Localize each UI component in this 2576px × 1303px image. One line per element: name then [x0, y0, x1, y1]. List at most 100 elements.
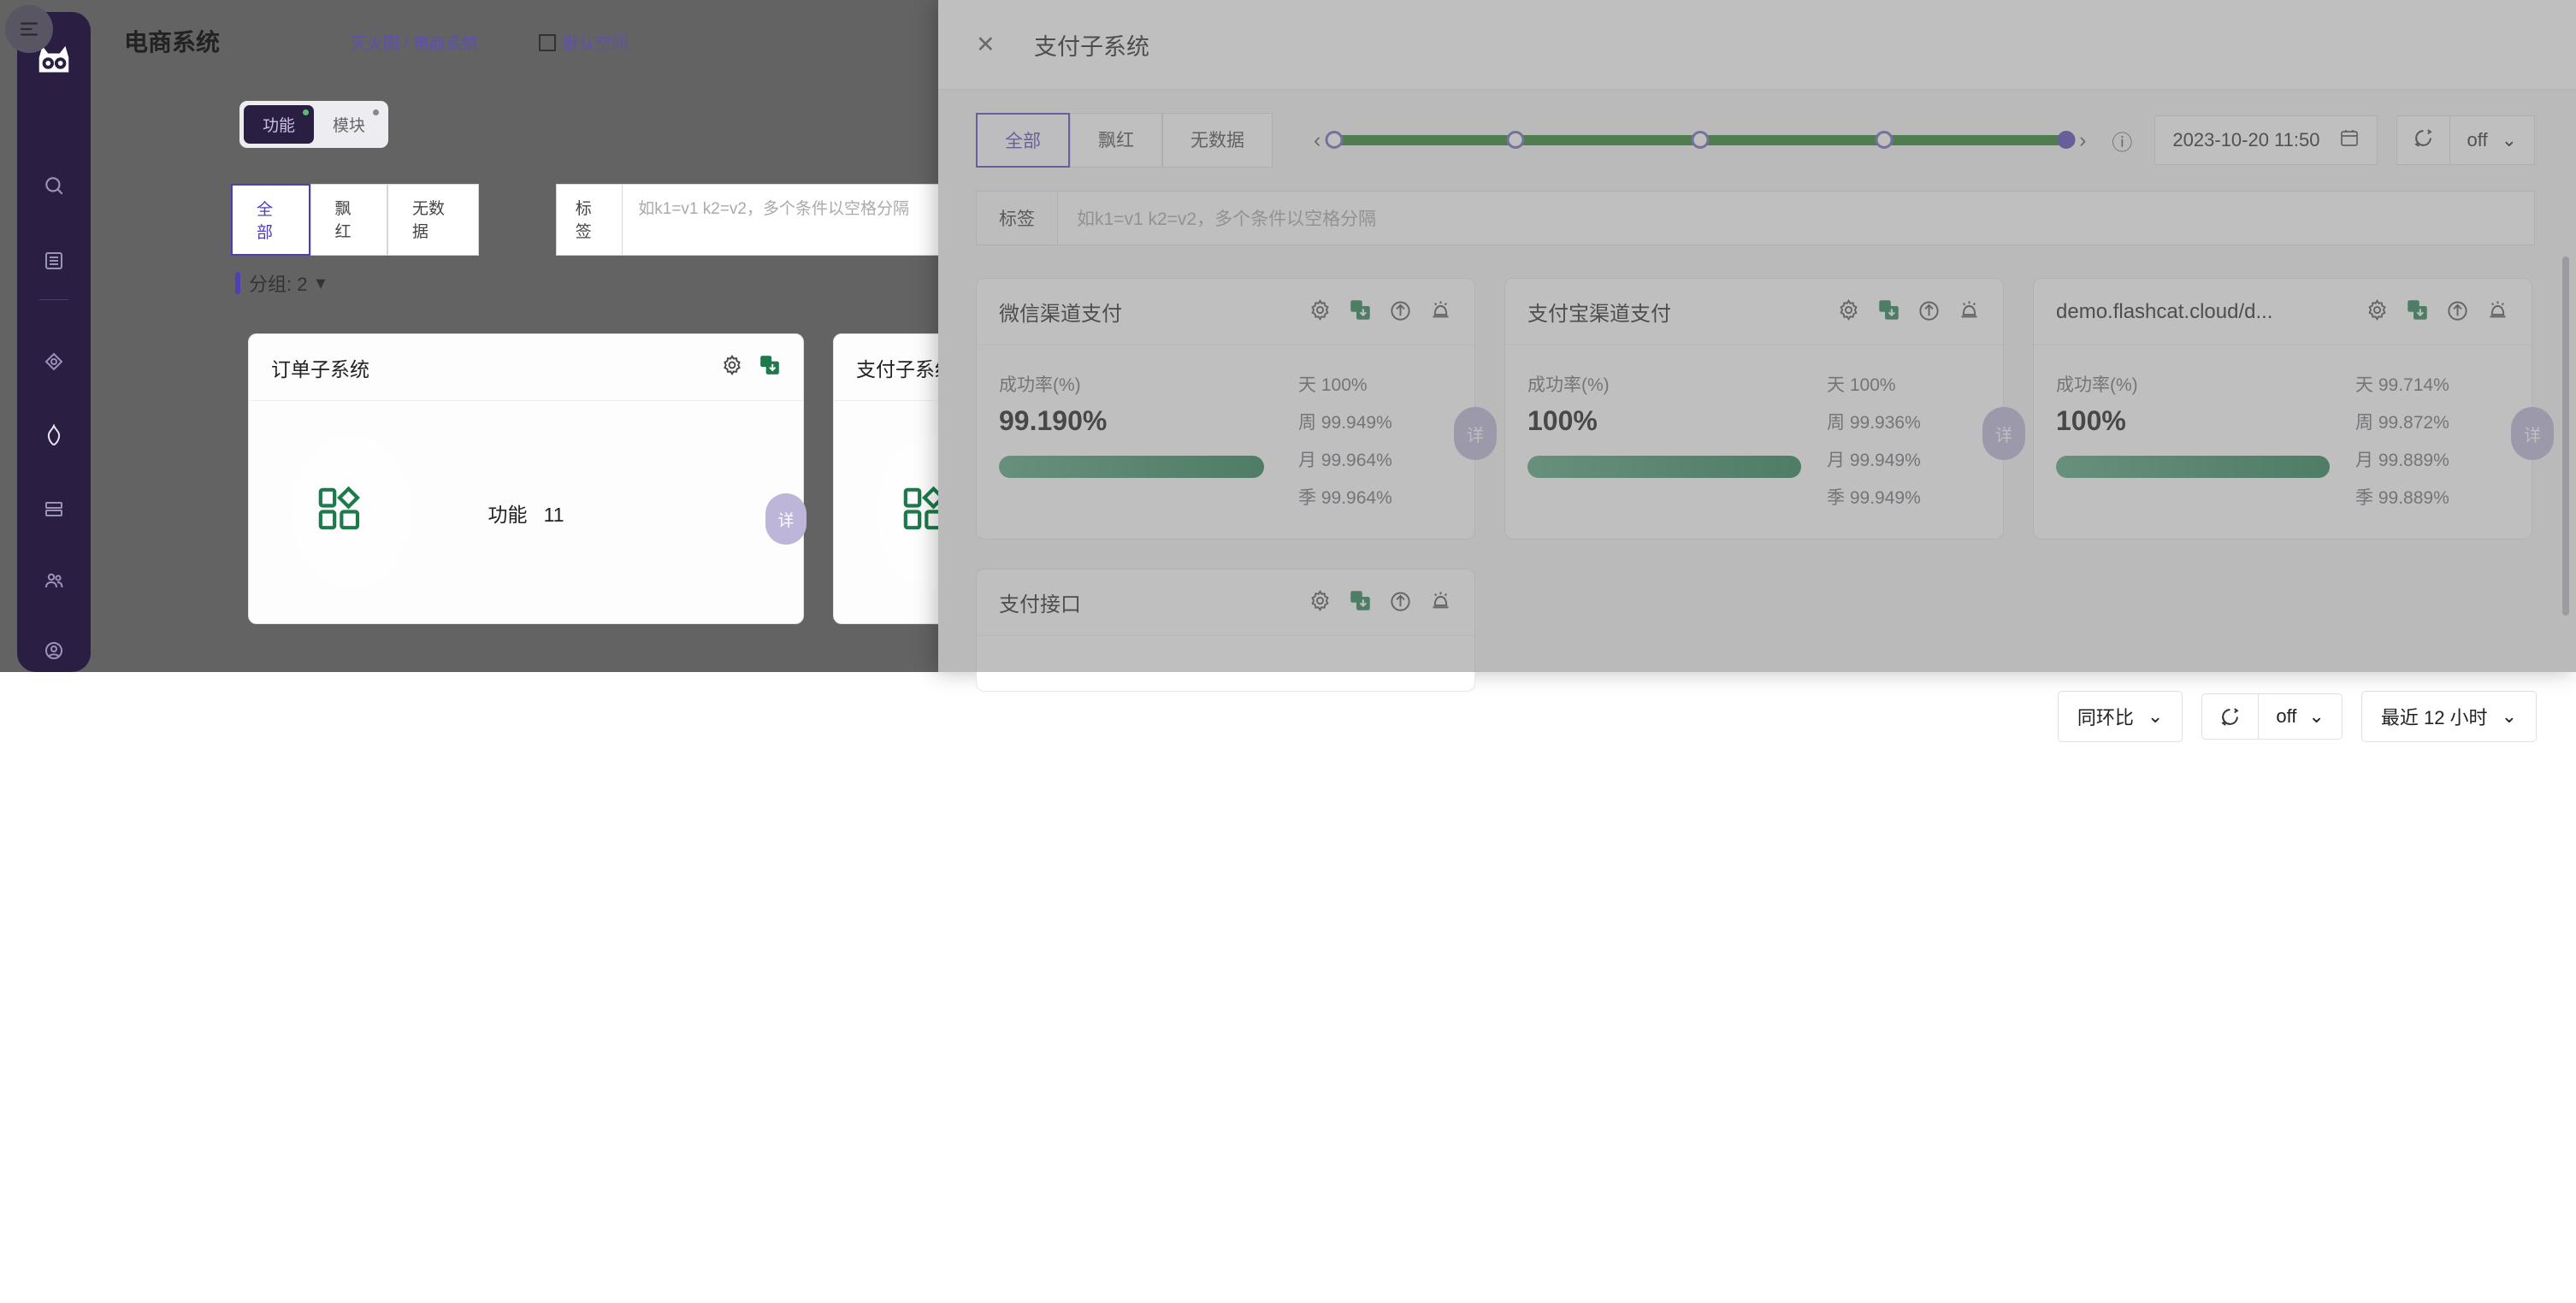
service-card-body: 成功率(%) 99.190% 天 100% 周 99.949% 月 99.964…	[977, 345, 1497, 539]
refresh-control: off ⌄	[2396, 115, 2535, 165]
service-detail-button[interactable]: 详	[1454, 407, 1497, 460]
service-card-title: 支付宝渠道支付	[1527, 303, 1671, 326]
gear-icon[interactable]	[721, 354, 743, 380]
bottom-refresh-control: off ⌄	[2201, 693, 2343, 740]
bg-card-title: 订单子系统	[271, 357, 369, 380]
refresh-interval-select[interactable]: off ⌄	[2450, 116, 2535, 164]
space-selector[interactable]: 默认空间	[539, 31, 628, 54]
bg-card-detail-button[interactable]: 详	[765, 493, 806, 545]
copy-download-icon[interactable]	[1349, 298, 1372, 326]
stat-key: 季	[1827, 488, 1845, 508]
service-card[interactable]: 支付接口	[976, 569, 1475, 692]
service-detail-button[interactable]: 详	[1982, 407, 2025, 460]
timeline-node[interactable]	[1875, 131, 1894, 149]
drawer-scrollbar[interactable]	[2562, 256, 2569, 616]
group-selector[interactable]: 分组: 2 ▾	[235, 269, 326, 297]
time-range-select[interactable]: 最近 12 小时 ⌄	[2360, 691, 2537, 742]
bg-card-actions	[721, 354, 781, 380]
timeline-track[interactable]	[1325, 131, 2076, 149]
calendar-icon	[2339, 127, 2360, 153]
service-card-actions	[1837, 298, 1981, 326]
alarm-icon[interactable]	[1429, 589, 1452, 616]
refresh-icon[interactable]	[2202, 694, 2260, 739]
stat-key: 月	[1298, 451, 1316, 470]
service-card[interactable]: 微信渠道支付 成功率(%) 99.190% 天 100% 周 99.949% 月…	[976, 278, 1497, 539]
bg-filter-nodata[interactable]: 无数据	[387, 184, 479, 256]
bg-filter-all[interactable]: 全部	[231, 184, 310, 256]
refresh-icon[interactable]	[2397, 116, 2450, 164]
upload-icon[interactable]	[1389, 298, 1412, 326]
drawer-filter-all[interactable]: 全部	[976, 113, 1070, 168]
drawer-tag-input[interactable]: 如k1=v1 k2=v2，多个条件以空格分隔	[1057, 191, 2535, 245]
drawer-filter-nodata[interactable]: 无数据	[1162, 113, 1273, 168]
tab-function[interactable]: 功能	[244, 105, 315, 144]
service-detail-button[interactable]: 详	[2511, 407, 2554, 460]
service-metric: 成功率(%) 100%	[2056, 371, 2330, 510]
timeline-node[interactable]	[1691, 131, 1710, 149]
user-icon[interactable]	[39, 636, 68, 665]
upload-icon[interactable]	[1389, 589, 1412, 616]
service-card-actions	[1309, 589, 1452, 616]
stat-row: 月 99.964%	[1298, 446, 1392, 472]
compare-select[interactable]: 同环比 ⌄	[2057, 691, 2183, 742]
fire-icon[interactable]	[39, 421, 68, 450]
timeline-node[interactable]	[1506, 131, 1525, 149]
users-icon[interactable]	[39, 566, 68, 595]
stat-row: 季 99.949%	[1827, 484, 1921, 510]
stat-key: 周	[1827, 413, 1845, 433]
tab-module-label: 模块	[333, 117, 366, 135]
gear-icon[interactable]	[1837, 298, 1860, 326]
bottom-panel: 同环比 ⌄ off ⌄ 最近 12 小时 ⌄ 微信渠道支付	[0, 672, 2576, 1303]
stat-value: 100%	[1320, 375, 1368, 395]
background-content: 电商系统 灭火图 / 电商系统 默认空间 功能 模块 全部 飘红 无数据 标签 …	[111, 0, 1389, 672]
stat-key: 天	[2355, 375, 2373, 395]
timeline-node-current[interactable]	[2057, 131, 2076, 149]
metric-value: 99.190%	[999, 405, 1108, 436]
gear-icon[interactable]	[2366, 298, 2389, 326]
bg-card-function-label: 功能	[487, 504, 528, 526]
gear-icon[interactable]	[1309, 298, 1332, 326]
tab-module[interactable]: 模块	[314, 105, 384, 144]
stat-key: 月	[1827, 451, 1845, 470]
service-card[interactable]: 支付宝渠道支付 成功率(%) 100% 天 100% 周 99.936% 月 9…	[1504, 278, 2025, 539]
copy-download-icon[interactable]	[759, 354, 781, 380]
bg-card-body: 功能 11 详	[249, 401, 806, 625]
breadcrumb[interactable]: 灭火图 / 电商系统	[351, 31, 478, 54]
upload-icon[interactable]	[2446, 298, 2469, 326]
metric-label: 成功率(%)	[1527, 375, 1610, 395]
stat-value: 99.964%	[1320, 488, 1392, 508]
alarm-icon[interactable]	[1958, 298, 1981, 326]
gear-icon[interactable]	[1309, 589, 1332, 616]
bottom-refresh-select[interactable]: off ⌄	[2259, 694, 2342, 739]
list-icon[interactable]	[39, 246, 68, 275]
service-card-header: 支付接口	[977, 569, 1474, 636]
alarm-icon[interactable]	[2486, 298, 2509, 326]
copy-download-icon[interactable]	[1877, 298, 1900, 326]
upload-icon[interactable]	[1917, 298, 1941, 326]
alarm-icon[interactable]	[1429, 298, 1452, 326]
bg-card-count-value: 11	[543, 504, 564, 526]
diamond-icon[interactable]	[39, 347, 68, 376]
drawer-filter-red[interactable]: 飘红	[1070, 113, 1162, 168]
copy-download-icon[interactable]	[2406, 298, 2429, 326]
search-icon[interactable]	[39, 171, 68, 200]
list-box-icon	[539, 33, 556, 51]
timeline-slider[interactable]: ‹ › ⓘ	[1303, 126, 2132, 156]
date-picker[interactable]: 2023-10-20 11:50	[2154, 115, 2378, 165]
timeline-node[interactable]	[1325, 131, 1344, 149]
service-card-title: 微信渠道支付	[999, 303, 1122, 326]
info-circle-icon[interactable]: ⓘ	[2112, 126, 2132, 156]
menu-toggle-icon[interactable]	[5, 5, 53, 53]
sidebar-divider	[39, 299, 68, 300]
service-card-body: 成功率(%) 100% 天 99.714% 周 99.872% 月 99.889…	[2034, 345, 2554, 539]
tab-function-label: 功能	[263, 117, 296, 135]
copy-download-icon[interactable]	[1349, 589, 1372, 616]
bg-card-order[interactable]: 订单子系统 功能 11 详	[248, 333, 806, 625]
service-stats: 天 100% 周 99.936% 月 99.949% 季 99.949%	[1827, 371, 1921, 510]
metric-label: 成功率(%)	[2056, 375, 2138, 395]
bg-filter-red[interactable]: 飘红	[310, 184, 387, 256]
server-icon[interactable]	[39, 494, 68, 523]
stat-value: 99.949%	[1849, 488, 1921, 508]
service-card[interactable]: demo.flashcat.cloud/d... 成功率(%) 100% 天 9…	[2033, 278, 2554, 539]
close-icon[interactable]: ✕	[976, 32, 1013, 58]
